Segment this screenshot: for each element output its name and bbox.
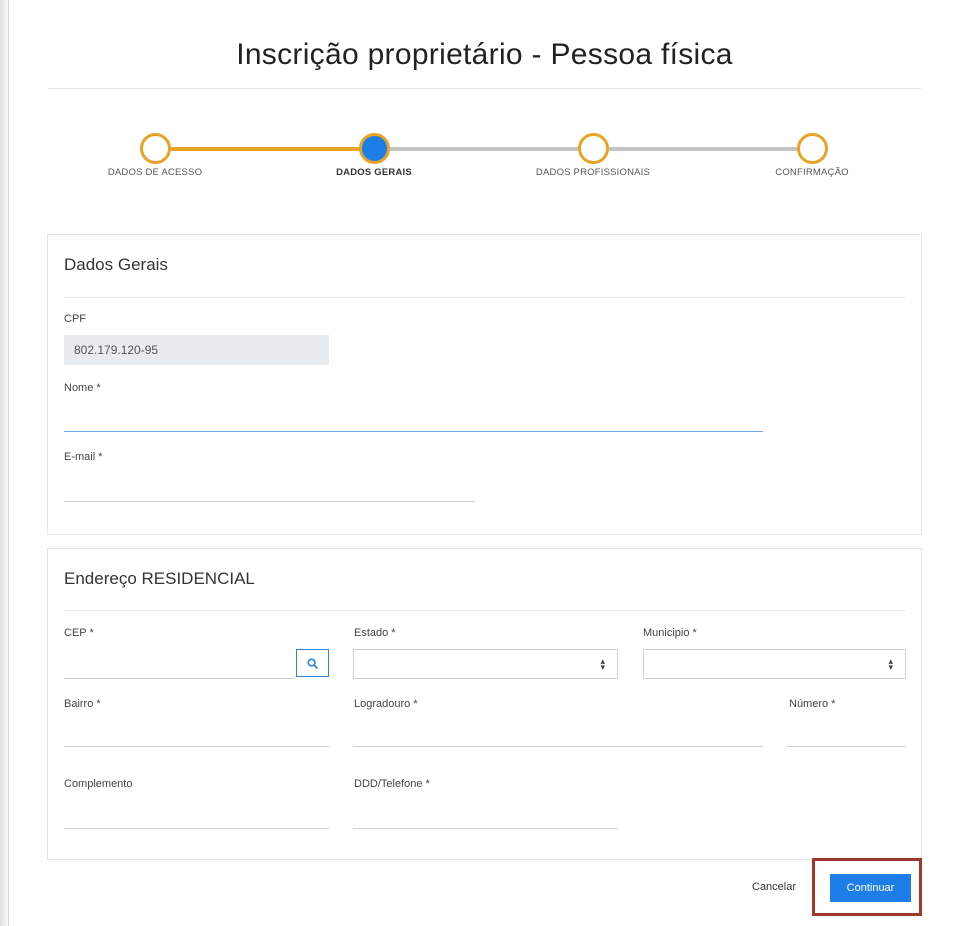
bairro-label: Bairro * [64,698,101,710]
select-arrows-icon: ▴ ▾ [888,656,893,672]
step-connector-2 [390,147,580,151]
estado-select[interactable]: ▴ ▾ [353,649,618,679]
numero-input[interactable] [787,719,906,747]
select-arrows-icon: ▴ ▾ [600,656,605,672]
municipio-label: Municipio * [643,627,697,639]
cpf-label: CPF [64,313,86,325]
estado-label: Estado * [354,627,396,639]
step-2-label: DADOS GERAIS [336,167,412,178]
progress-stepper: DADOS DE ACESSO DADOS GERAIS DADOS PROFI… [0,0,955,200]
step-3-circle [578,133,609,164]
cep-input[interactable] [64,649,295,679]
endereco-divider [64,610,905,611]
cancel-button[interactable]: Cancelar [752,881,796,893]
step-3-label: DADOS PROFISSIONAIS [535,167,651,178]
complemento-input[interactable] [64,801,329,829]
logradouro-input[interactable] [353,719,763,747]
dados-gerais-card: Dados Gerais CPF 802.179.120-95 Nome * E… [47,234,922,535]
dados-gerais-divider [64,297,905,298]
cep-label: CEP * [64,627,94,639]
complemento-label: Complemento [64,778,133,790]
municipio-select[interactable]: ▴ ▾ [643,649,906,679]
logradouro-label: Logradouro * [354,698,418,710]
email-input[interactable] [64,475,475,502]
nome-input[interactable] [64,405,763,432]
telefone-label: DDD/Telefone * [354,778,430,790]
telefone-input[interactable] [353,801,618,829]
bairro-input[interactable] [64,719,329,747]
endereco-card: Endereço RESIDENCIAL CEP * Estado * ▴ ▾ M… [47,548,922,860]
step-2-circle [359,133,390,164]
dados-gerais-title: Dados Gerais [64,255,168,274]
continue-button[interactable]: Continuar [830,874,911,902]
search-icon [307,657,318,669]
numero-label: Número * [789,698,836,710]
email-label: E-mail * [64,451,103,463]
step-connector-3 [609,147,799,151]
nome-label: Nome * [64,382,101,394]
endereco-title: Endereço RESIDENCIAL [64,569,255,588]
step-1-circle [140,133,171,164]
step-4-label: CONFIRMAÇÃO [775,167,849,178]
cep-search-button[interactable] [296,649,329,677]
step-connector-1 [171,147,361,151]
step-4-circle [797,133,828,164]
cpf-field: 802.179.120-95 [64,335,329,365]
step-1-label: DADOS DE ACESSO [107,167,203,178]
